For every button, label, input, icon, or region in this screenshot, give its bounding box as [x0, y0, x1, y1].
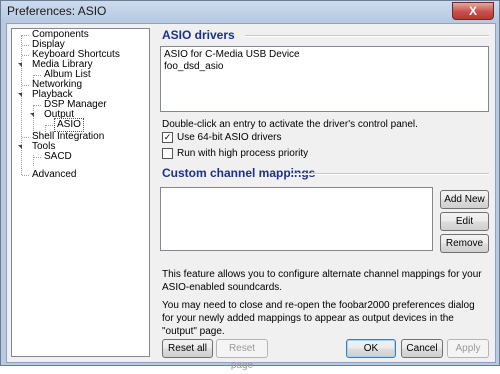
- tree-item-sacd[interactable]: SACD: [44, 151, 72, 163]
- cancel-button[interactable]: Cancel: [401, 339, 443, 358]
- tree-guide: [34, 75, 41, 76]
- section-divider: [290, 173, 489, 175]
- reset-all-button[interactable]: Reset all: [162, 339, 213, 358]
- tree-guide: [22, 175, 29, 176]
- remove-button[interactable]: Remove: [440, 234, 489, 253]
- tree-guide: [22, 55, 29, 56]
- mapping-info-text: This feature allows you to configure alt…: [162, 269, 482, 293]
- tree-guide: [22, 35, 29, 36]
- tree-guide: [22, 45, 29, 46]
- driver-item[interactable]: ASIO for C-Media USB Device: [161, 49, 488, 61]
- tree-item-advanced[interactable]: Advanced: [32, 169, 76, 181]
- tree-guide: [34, 105, 41, 106]
- expand-arrow-icon[interactable]: [30, 113, 34, 117]
- preferences-window: Preferences: ASIO X Components Display K…: [0, 0, 500, 371]
- high-priority-label: Run with high process priority: [177, 148, 309, 159]
- driver-hint: Double-click an entry to activate the dr…: [162, 119, 418, 130]
- use-64bit-label: Use 64-bit ASIO drivers: [177, 132, 282, 143]
- custom-mappings-list[interactable]: [160, 187, 433, 251]
- section-divider: [245, 35, 489, 37]
- add-new-button[interactable]: Add New: [440, 190, 489, 209]
- asio-driver-list[interactable]: ASIO for C-Media USB Device foo_dsd_asio: [160, 46, 489, 112]
- tree-item-asio[interactable]: ASIO: [54, 118, 84, 132]
- close-button[interactable]: X: [452, 2, 494, 20]
- tree-guide: [21, 35, 22, 175]
- close-icon: X: [468, 4, 477, 18]
- apply-button[interactable]: Apply: [447, 339, 489, 358]
- tree-guide: [22, 137, 29, 138]
- ok-button[interactable]: OK: [346, 339, 396, 358]
- checkmark-icon: ✓: [163, 132, 172, 142]
- expand-arrow-icon[interactable]: [18, 63, 22, 67]
- tree-guide: [22, 85, 29, 86]
- use-64bit-checkbox[interactable]: ✓: [162, 132, 173, 143]
- high-priority-checkbox[interactable]: [162, 148, 173, 159]
- dialog-client: Components Display Keyboard Shortcuts Me…: [6, 23, 496, 371]
- window-title: Preferences: ASIO: [7, 4, 107, 18]
- edit-button[interactable]: Edit: [440, 212, 489, 231]
- asio-drivers-title: ASIO drivers: [162, 28, 235, 42]
- reopen-info-text: You may need to close and re-open the fo…: [162, 300, 475, 337]
- expand-arrow-icon[interactable]: [18, 93, 22, 97]
- driver-item[interactable]: foo_dsd_asio: [161, 61, 488, 73]
- preferences-tree[interactable]: Components Display Keyboard Shortcuts Me…: [11, 28, 150, 357]
- expand-arrow-icon[interactable]: [18, 145, 22, 149]
- tree-guide: [34, 157, 41, 158]
- reset-page-button[interactable]: Reset page: [216, 339, 268, 371]
- tree-guide: [46, 125, 53, 126]
- title-bar: Preferences: ASIO X: [1, 1, 499, 21]
